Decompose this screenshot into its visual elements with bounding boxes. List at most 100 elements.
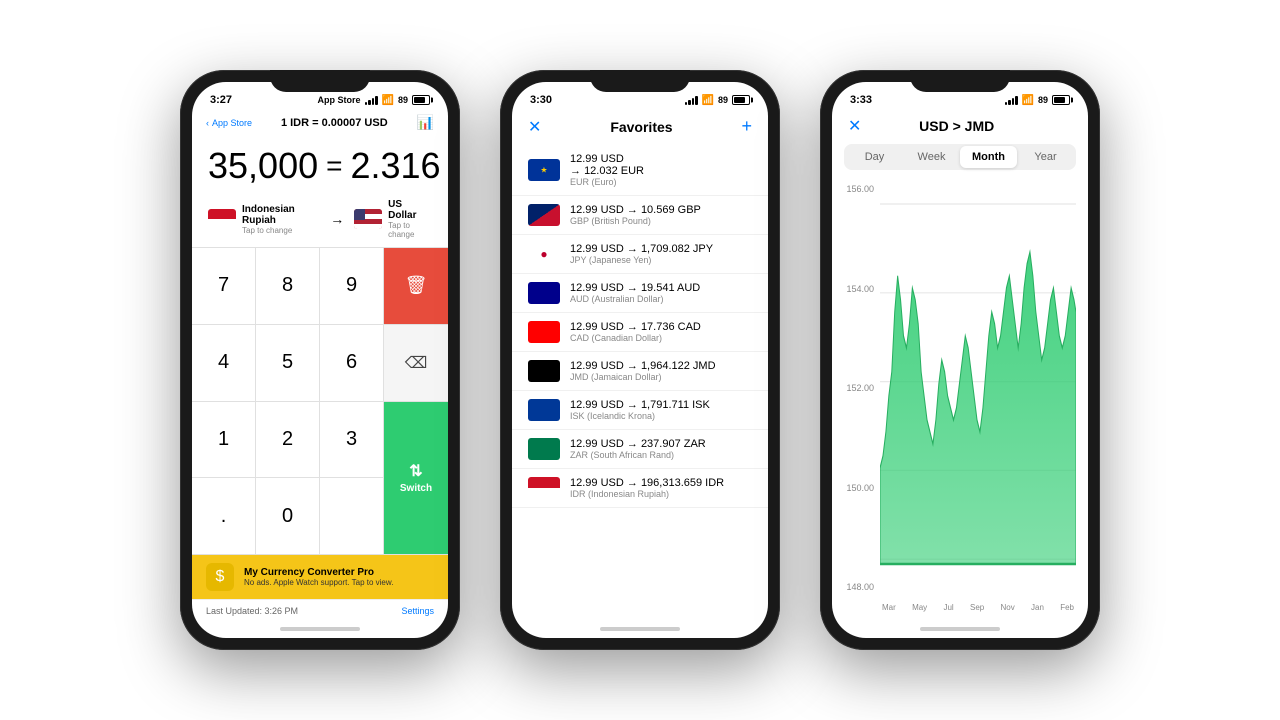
home-bar [280,627,360,631]
x-jul: Jul [943,603,953,612]
home-indicator-3 [832,620,1088,638]
chart-title: USD > JMD [919,118,994,134]
tab-day[interactable]: Day [846,146,903,168]
fav-eur-conversion: 12.99 USD → 12.032 EUR EUR (Euro) [570,153,752,187]
chart-button[interactable]: 📊 [417,114,434,131]
fav-aud-conversion: 12.99 USD → 19.541 AUD AUD (Australian D… [570,282,752,304]
battery-num-3: 89 [1038,95,1048,105]
switch-label: Switch [400,483,432,494]
aud-flag [528,282,560,304]
x-nov: Nov [1001,603,1015,612]
key-7[interactable]: 7 [192,248,256,325]
from-value: 35,000 [208,145,318,187]
fav-item-eur[interactable]: 12.99 USD → 12.032 EUR EUR (Euro) [512,145,768,196]
ad-app-icon: $ [206,563,234,591]
time-2: 3:30 [530,94,552,106]
chart-svg: Mar May Jul Sep Nov Jan Feb [880,180,1076,612]
x-feb: Feb [1060,603,1074,612]
jpy-flag [528,243,560,265]
key-4[interactable]: 4 [192,325,256,402]
currency-selector: Indonesian Rupiah Tap to change → US Dol… [192,195,448,247]
phone-2: 3:30 📶 89 ✕ Favorites + [500,70,780,650]
from-currency-info: Indonesian Rupiah Tap to change [242,204,320,235]
fav-item-jmd[interactable]: 12.99 USD → 1,964.122 JMD JMD (Jamaican … [512,352,768,391]
chevron-left-icon: ‹ [206,118,209,128]
key-empty [320,478,384,555]
key-3[interactable]: 3 [320,402,384,479]
signal-icon-3 [1005,95,1018,105]
key-5[interactable]: 5 [256,325,320,402]
switch-key[interactable]: ⇅ Switch [384,402,448,556]
notch-3 [910,70,1010,92]
close-button-3[interactable]: ✕ [848,116,861,136]
equals-sign: = [326,150,342,182]
x-axis: Mar May Jul Sep Nov Jan Feb [880,603,1076,612]
tab-week[interactable]: Week [903,146,960,168]
key-2[interactable]: 2 [256,402,320,479]
isk-flag [528,399,560,421]
cad-flag [528,321,560,343]
ad-text: My Currency Converter Pro No ads. Apple … [244,567,393,587]
backspace-key[interactable]: ⌫ [384,325,448,402]
tab-year[interactable]: Year [1017,146,1074,168]
key-1[interactable]: 1 [192,402,256,479]
battery-icon [412,95,430,105]
delete-key[interactable]: 🗑 [384,248,448,325]
swap-arrow-icon: → [330,211,344,227]
home-bar-3 [920,627,1000,631]
y-label-2: 154.00 [844,284,874,294]
y-axis: 156.00 154.00 152.00 150.00 148.00 [844,180,880,612]
fav-jmd-conversion: 12.99 USD → 1,964.122 JMD JMD (Jamaican … [570,360,752,382]
from-currency[interactable]: Indonesian Rupiah Tap to change [208,204,320,235]
bottom-bar-1: Last Updated: 3:26 PM Settings [192,599,448,620]
fav-item-isk[interactable]: 12.99 USD → 1,791.711 ISK ISK (Icelandic… [512,391,768,430]
signal-icon-2 [685,95,698,105]
switch-icon: ⇅ [409,461,422,481]
time-tabs: Day Week Month Year [844,144,1076,170]
fav-item-jpy[interactable]: 12.99 USD → 1,709.082 JPY JPY (Japanese … [512,235,768,274]
network-label: App Store [318,95,361,105]
fav-item-gbp[interactable]: 12.99 USD → 10.569 GBP GBP (British Poun… [512,196,768,235]
fav-item-cad[interactable]: 12.99 USD → 17.736 CAD CAD (Canadian Dol… [512,313,768,352]
ad-banner[interactable]: $ My Currency Converter Pro No ads. Appl… [192,555,448,599]
battery-icon-3 [1052,95,1070,105]
add-button[interactable]: + [741,116,752,137]
key-8[interactable]: 8 [256,248,320,325]
key-9[interactable]: 9 [320,248,384,325]
fav-item-aud[interactable]: 12.99 USD → 19.541 AUD AUD (Australian D… [512,274,768,313]
chart-container: Day Week Month Year 156.00 154.00 152.00… [832,144,1088,620]
settings-link[interactable]: Settings [401,606,434,616]
fav-item-idr[interactable]: 12.99 USD → 196,313.659 IDR IDR (Indones… [512,469,768,508]
conversion-rate-title: 1 IDR = 0.00007 USD [281,117,388,129]
nav-header-3: ✕ USD > JMD [832,112,1088,144]
chart-area: 156.00 154.00 152.00 150.00 148.00 [844,180,1076,612]
jmd-flag [528,360,560,382]
fav-cad-conversion: 12.99 USD → 17.736 CAD CAD (Canadian Dol… [570,321,752,343]
fav-isk-conversion: 12.99 USD → 1,791.711 ISK ISK (Icelandic… [570,399,752,421]
key-dot[interactable]: . [192,478,256,555]
to-currency[interactable]: US Dollar Tap to change [354,199,432,239]
close-button[interactable]: ✕ [528,117,541,137]
y-label-3: 152.00 [844,383,874,393]
y-label-5: 148.00 [844,582,874,592]
fav-gbp-conversion: 12.99 USD → 10.569 GBP GBP (British Poun… [570,204,752,226]
phone-1: 3:27 App Store 📶 89 ‹ App Store [180,70,460,650]
x-mar: Mar [882,603,896,612]
y-label-4: 150.00 [844,483,874,493]
eur-flag [528,159,560,181]
tab-month[interactable]: Month [960,146,1017,168]
fav-jpy-conversion: 12.99 USD → 1,709.082 JPY JPY (Japanese … [570,243,752,265]
home-indicator-2 [512,620,768,638]
y-label-1: 156.00 [844,184,874,194]
key-0[interactable]: 0 [256,478,320,555]
idr-flag-2 [528,477,560,499]
phone-3: 3:33 📶 89 ✕ USD > JMD [820,70,1100,650]
key-6[interactable]: 6 [320,325,384,402]
to-value: 2.316 [350,145,440,187]
back-button[interactable]: ‹ App Store [206,118,252,128]
signal-icon [365,95,378,105]
x-may: May [912,603,927,612]
x-jan: Jan [1031,603,1044,612]
home-indicator-1 [192,620,448,638]
fav-item-zar[interactable]: 12.99 USD → 237.907 ZAR ZAR (South Afric… [512,430,768,469]
